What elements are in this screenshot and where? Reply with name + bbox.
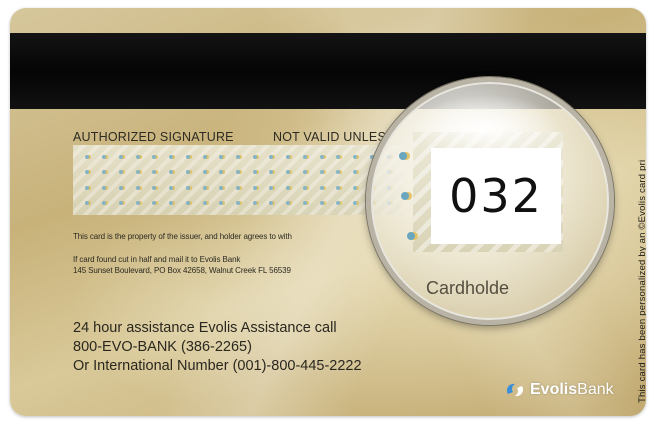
not-valid-text: NOT VALID UNLES xyxy=(273,130,386,144)
security-pattern-dot xyxy=(202,201,207,206)
security-pattern-dot xyxy=(269,185,274,190)
security-pattern-dot xyxy=(235,185,240,190)
security-pattern-dot xyxy=(102,201,107,206)
security-pattern-dot xyxy=(152,201,157,206)
security-pattern-dot xyxy=(319,170,324,175)
security-pattern-dot xyxy=(219,201,224,206)
security-pattern-dot xyxy=(169,170,174,175)
security-pattern-dot xyxy=(319,185,324,190)
security-pattern-dot xyxy=(102,154,107,159)
security-pattern-dot xyxy=(102,170,107,175)
security-pattern-dot xyxy=(336,170,341,175)
security-pattern-dot xyxy=(269,201,274,206)
security-pattern-dot xyxy=(185,185,190,190)
security-pattern-dot xyxy=(286,154,291,159)
security-pattern-dot xyxy=(135,154,140,159)
property-notice: This card is the property of the issuer,… xyxy=(73,232,292,241)
security-pattern-dot xyxy=(219,154,224,159)
security-pattern-dot xyxy=(252,201,257,206)
security-pattern-dot xyxy=(118,201,123,206)
security-pattern-dot xyxy=(118,170,123,175)
security-pattern-dot xyxy=(252,185,257,190)
security-pattern-dot xyxy=(353,185,358,190)
security-pattern-dot xyxy=(135,185,140,190)
security-pattern-dot xyxy=(269,154,274,159)
logo-text: EvolisBank xyxy=(530,381,614,398)
security-pattern-dot xyxy=(302,185,307,190)
security-pattern-dot xyxy=(319,201,324,206)
security-pattern-dot xyxy=(353,154,358,159)
security-pattern-dot xyxy=(235,170,240,175)
magnifying-glass: 032 Cardholde xyxy=(366,77,614,325)
security-pattern-dot xyxy=(302,201,307,206)
evolis-logo-icon xyxy=(506,383,524,397)
found-card-line1: If card found cut in half and mail it to… xyxy=(73,255,241,264)
security-pattern-dot xyxy=(252,154,257,159)
security-pattern-dot xyxy=(286,201,291,206)
security-pattern-dot xyxy=(336,201,341,206)
security-pattern-dot xyxy=(252,170,257,175)
security-pattern-dot xyxy=(102,185,107,190)
security-pattern-dot xyxy=(169,154,174,159)
security-pattern-dot xyxy=(219,185,224,190)
security-pattern-dot xyxy=(353,170,358,175)
assistance-line1: 24 hour assistance Evolis Assistance cal… xyxy=(73,320,337,336)
security-pattern-dot xyxy=(286,185,291,190)
security-pattern-dot xyxy=(118,185,123,190)
security-pattern-dot xyxy=(219,170,224,175)
security-pattern-dot xyxy=(85,154,90,159)
security-pattern-dot xyxy=(85,185,90,190)
security-pattern-dot xyxy=(152,154,157,159)
security-pattern-dot xyxy=(169,201,174,206)
security-pattern-dot xyxy=(336,185,341,190)
assistance-line2: 800-EVO-BANK (386-2265) xyxy=(73,339,252,355)
security-pattern-dot xyxy=(202,185,207,190)
signature-heading: AUTHORIZED SIGNATURE xyxy=(73,130,234,144)
cvv-code: 032 xyxy=(449,169,543,223)
magnified-dot xyxy=(401,192,409,200)
security-pattern-dot xyxy=(336,154,341,159)
security-pattern-dot xyxy=(85,170,90,175)
security-pattern-dot xyxy=(319,154,324,159)
security-pattern-dot xyxy=(202,170,207,175)
security-pattern-dot xyxy=(85,201,90,206)
security-pattern-dot xyxy=(185,170,190,175)
assistance-line3: Or International Number (001)-800-445-22… xyxy=(73,358,362,374)
signature-panel xyxy=(73,145,403,215)
security-pattern-dot xyxy=(169,185,174,190)
security-pattern-dot xyxy=(269,170,274,175)
found-card-line2: 145 Sunset Boulevard, PO Box 42658, Waln… xyxy=(73,266,291,275)
magnified-dot xyxy=(399,152,407,160)
lens-glare xyxy=(411,94,561,164)
security-pattern-dot xyxy=(185,154,190,159)
evolis-bank-logo: EvolisBank xyxy=(504,377,636,403)
magnified-cardholder-text: Cardholde xyxy=(426,278,510,298)
security-pattern-dot xyxy=(135,170,140,175)
security-pattern-dot xyxy=(152,170,157,175)
personalization-note: This card has been personalized by an ©E… xyxy=(637,159,646,403)
security-pattern-dot xyxy=(235,201,240,206)
security-pattern-dot xyxy=(202,154,207,159)
security-pattern-dot xyxy=(302,170,307,175)
security-pattern-dot xyxy=(235,154,240,159)
security-pattern-dot xyxy=(286,170,291,175)
security-pattern-dot xyxy=(185,201,190,206)
security-pattern-dot xyxy=(353,201,358,206)
magnified-dot xyxy=(407,232,415,240)
security-pattern-dot xyxy=(152,185,157,190)
security-pattern-dot xyxy=(302,154,307,159)
security-pattern-dot xyxy=(118,154,123,159)
security-pattern-dot xyxy=(135,201,140,206)
